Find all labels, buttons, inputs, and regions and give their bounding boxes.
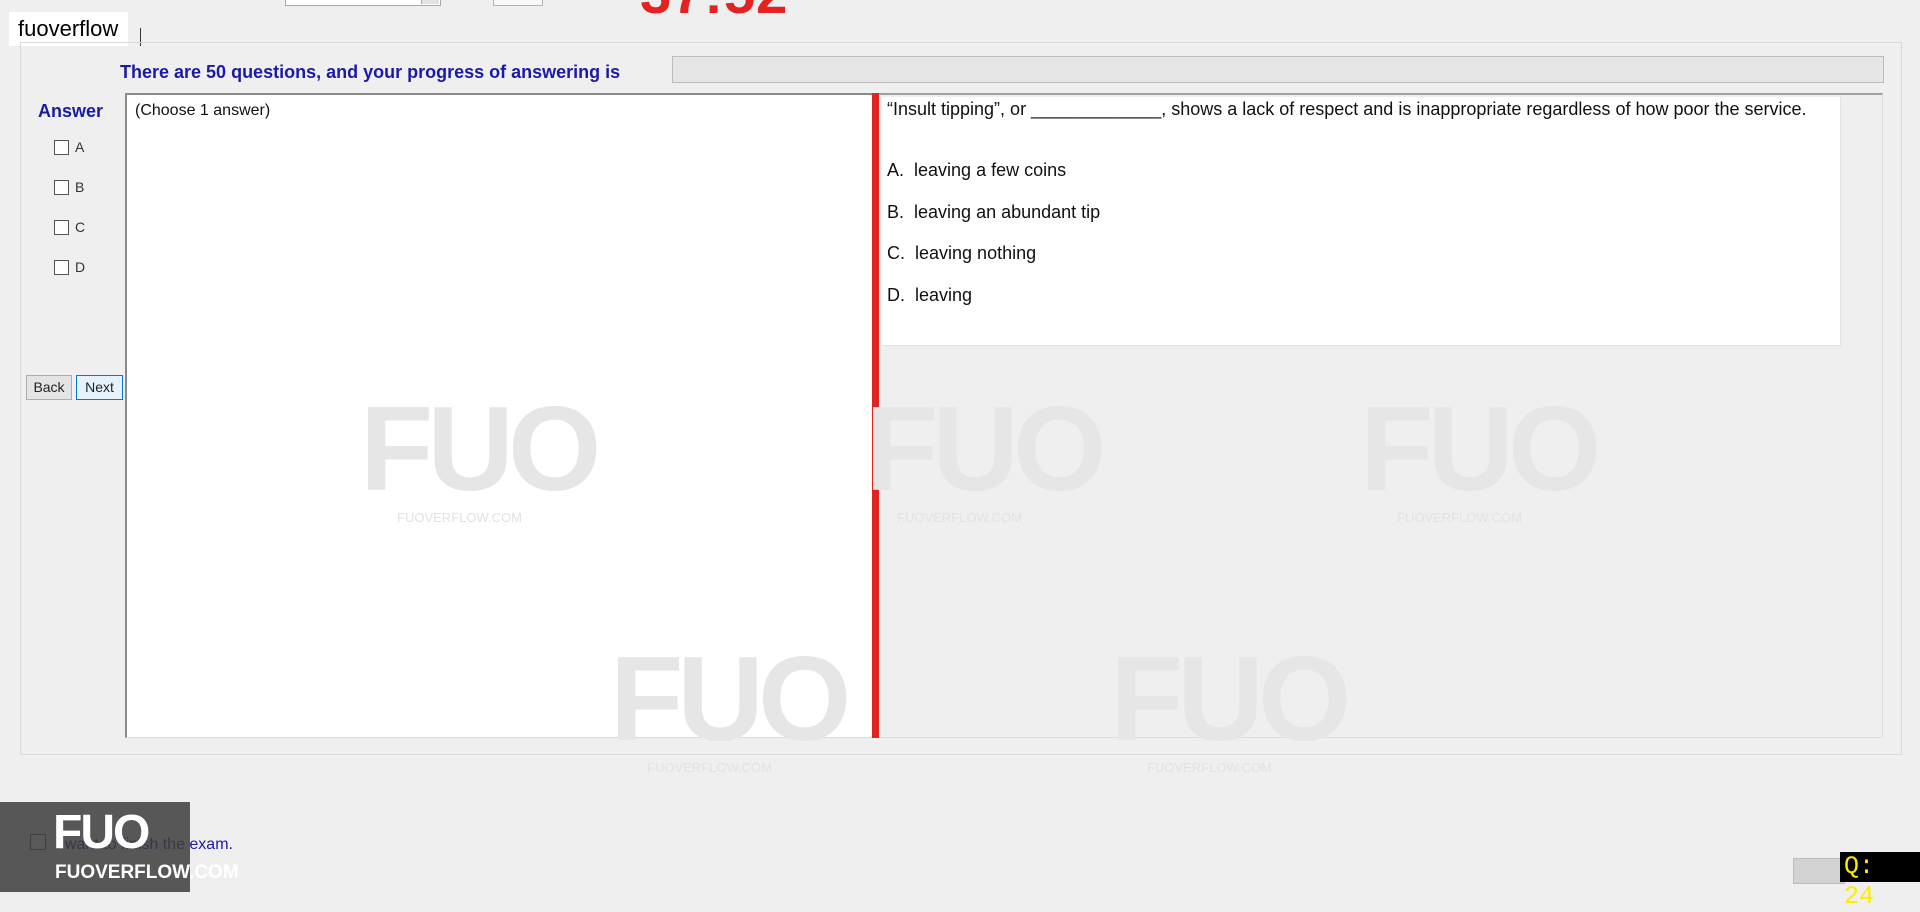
answer-option-d[interactable]: D	[54, 258, 85, 276]
status-block	[1793, 858, 1845, 884]
question-option-d: D. leaving	[887, 285, 972, 306]
watermark-text: FUOVERFLOW.COM	[647, 760, 772, 775]
option-text: leaving	[915, 285, 973, 305]
answer-text-panel[interactable]	[125, 93, 875, 738]
answer-checkbox[interactable]	[54, 259, 69, 275]
question-counter: Q: 24	[1840, 852, 1920, 911]
option-text: leaving a few coins	[914, 160, 1067, 180]
logo-text: FUO	[53, 806, 150, 859]
answer-option-label: D	[75, 259, 86, 275]
option-letter: A.	[887, 160, 905, 180]
watermark-text: FUOVERFLOW.COM	[1147, 760, 1272, 775]
top-small-control[interactable]	[493, 0, 543, 6]
answer-option-b[interactable]: B	[54, 178, 84, 196]
answer-option-c[interactable]: C	[54, 218, 85, 236]
answer-option-a[interactable]: A	[54, 138, 84, 156]
question-option-b: B. leaving an abundant tip	[887, 202, 1100, 223]
option-letter: D.	[887, 285, 905, 305]
exam-timer: 37:52	[640, 0, 788, 18]
answer-title: Answer	[38, 101, 104, 121]
watermark-label: fuoverflow	[9, 12, 129, 46]
option-letter: C.	[887, 243, 905, 263]
top-combo-box[interactable]	[285, 0, 441, 6]
answer-option-label: A	[75, 139, 85, 155]
option-text: leaving nothing	[915, 243, 1037, 263]
progress-text: There are 50 questions, and your progres…	[120, 62, 621, 82]
question-option-c: C. leaving nothing	[887, 243, 1036, 264]
panel-splitter[interactable]	[872, 93, 879, 738]
progress-bar	[672, 56, 1884, 83]
next-button[interactable]: Next	[76, 375, 123, 400]
question-text: “Insult tipping”, or _____________, show…	[887, 99, 1807, 119]
choose-instruction: (Choose 1 answer)	[135, 102, 271, 119]
option-text: leaving an abundant tip	[914, 202, 1101, 222]
logo-subtext: FUOVERFLOW.COM	[55, 862, 239, 883]
question-option-a: A. leaving a few coins	[887, 160, 1066, 181]
back-button[interactable]: Back	[26, 375, 72, 400]
answer-option-label: B	[75, 179, 85, 195]
answer-option-label: C	[75, 219, 86, 235]
combo-dropdown-button[interactable]	[421, 0, 439, 4]
answer-checkbox[interactable]	[54, 139, 69, 155]
option-letter: B.	[887, 202, 905, 222]
answer-checkbox[interactable]	[54, 219, 69, 235]
answer-checkbox[interactable]	[54, 179, 69, 195]
